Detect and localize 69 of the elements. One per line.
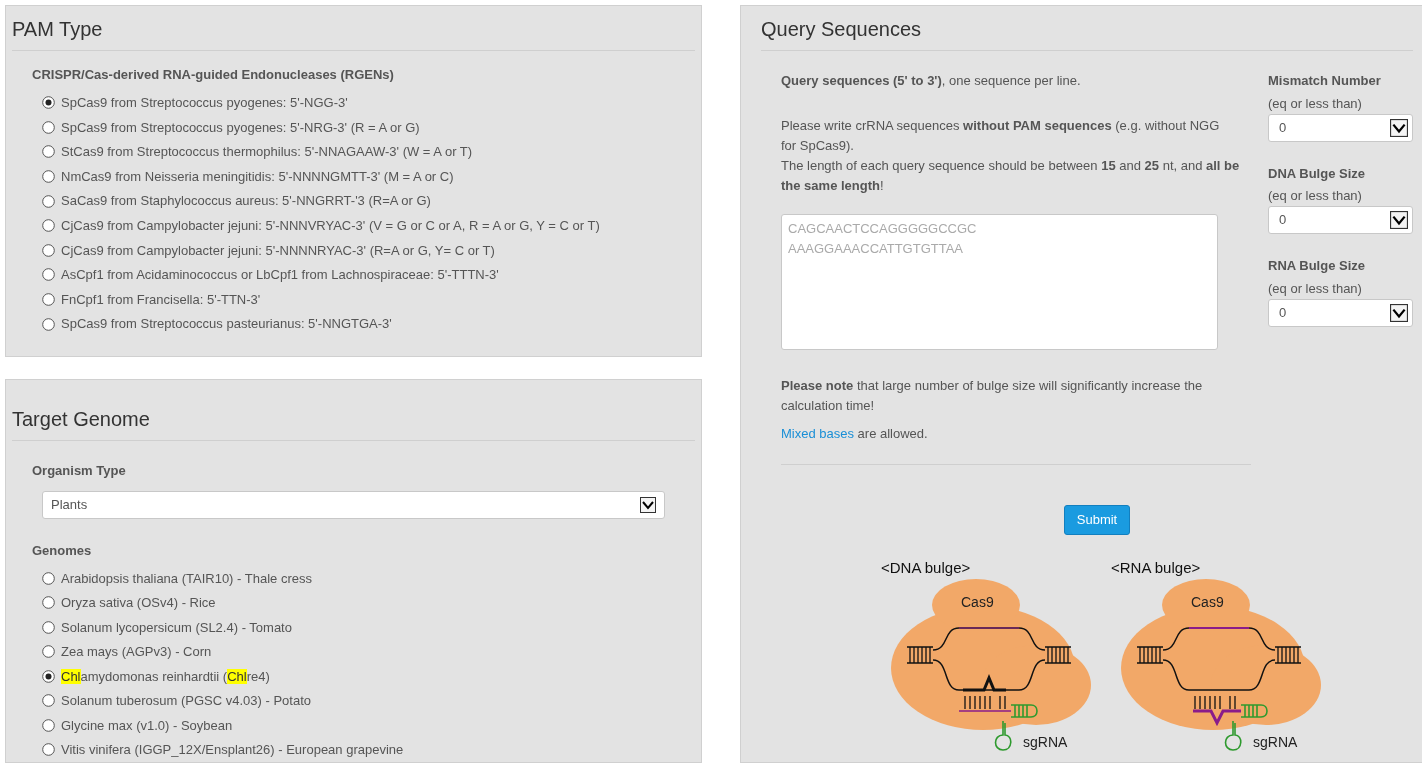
- setting-label: RNA Bulge Size: [1268, 257, 1367, 275]
- number-select[interactable]: 0: [1268, 113, 1413, 142]
- option-label: NmCas9 from Neisseria meningitidis: 5'-NNNNGMTT-3' (M = A or C): [61, 167, 454, 186]
- protein-label: Cas9: [961, 593, 994, 610]
- option-label: SpCas9 from Streptococcus pyogenes: 5'-NRG-3' (R = A or G): [61, 118, 420, 137]
- option-label: CjCas9 from Campylobacter jejuni: 5'-NNNVRYAC-3' (V = G or C or A, R = A or G, Y = C or T): [61, 217, 600, 235]
- genome-label: Oryza sativa (OSv4) - Rice: [61, 594, 216, 612]
- setting-hint: (eq or less than): [1268, 188, 1363, 204]
- setting-hint: (eq or less than): [1268, 95, 1363, 112]
- radio-button[interactable]: [42, 743, 55, 757]
- guide-label: sgRNA: [1253, 733, 1298, 750]
- option-label: FnCpf1 from Francisella: 5'-TTN-3': [61, 290, 261, 309]
- setting-label: DNA Bulge Size: [1268, 164, 1367, 183]
- field-label: Organism Type: [32, 462, 127, 480]
- option-label: SpCas9 from Streptococcus pasteurianus: 5'-NNGTGA-3': [61, 315, 392, 334]
- sequence-input[interactable]: CAGCAACTCCAGGGGGCCGC AAAGGAAACCATTGTGTTAA: [781, 214, 1218, 350]
- radio-button[interactable]: [42, 219, 55, 233]
- option-label: AsCpf1 from Acidaminococcus or LbCpf1 from Lachnospiraceae: 5'-TTTN-3': [61, 266, 499, 285]
- select-value: Plants: [51, 495, 88, 514]
- instruction-text: Please write crRNA sequences without PAM sequences (e.g. without NGG for SpCas9).: [781, 117, 1221, 155]
- setting-hint: (eq or less than): [1268, 280, 1363, 297]
- radio-button[interactable]: [42, 596, 55, 610]
- option-label: SaCas9 from Staphylococcus aureus: 5'-NNGRRT-'3 (R=A or G): [61, 192, 431, 211]
- option-label: SpCas9 from Streptococcus pyogenes: 5'-NGG-3': [61, 94, 348, 113]
- panel-title: Query Sequences: [761, 6, 1413, 51]
- number-select[interactable]: 0: [1268, 298, 1413, 327]
- genome-label: Arabidopsis thaliana (TAIR10) - Thale cress: [61, 569, 312, 588]
- setting-label: Mismatch Number: [1268, 72, 1382, 90]
- note-text: Please note that large number of bulge size will significantly increase the calculation time!: [781, 376, 1204, 415]
- radio-button[interactable]: [42, 620, 55, 634]
- radio-button[interactable]: [42, 718, 55, 732]
- dropdown-icon: [1390, 118, 1408, 137]
- intro-text: Query sequences (5' to 3'), one sequence per line.: [781, 72, 1082, 90]
- radio-button[interactable]: [42, 268, 55, 282]
- dropdown-icon: [1390, 211, 1408, 229]
- option-label: StCas9 from Streptococcus thermophilus: 5'-NNAGAAW-3' (W = A or T): [61, 143, 473, 162]
- dropdown-icon: [1390, 303, 1408, 322]
- radio-button[interactable]: [42, 317, 55, 331]
- panel-title: Target Genome: [12, 380, 695, 441]
- field-label: Genomes: [32, 541, 93, 560]
- radio-button[interactable]: [42, 293, 55, 307]
- radio-button[interactable]: [42, 694, 55, 708]
- diagram-title: <RNA bulge>: [1111, 558, 1201, 576]
- genome-label: Chlamydomonas reinhardtii (Chlre4): [61, 667, 270, 686]
- number-select[interactable]: 0: [1268, 206, 1413, 234]
- radio-button[interactable]: [42, 96, 55, 110]
- group-label: CRISPR/Cas-derived RNA-guided Endonucleases (RGENs): [32, 66, 395, 84]
- genome-label: Solanum lycopersicum (SL2.4) - Tomato: [61, 618, 292, 637]
- radio-button[interactable]: [42, 669, 55, 683]
- dropdown-icon: [640, 496, 656, 513]
- genome-label: Zea mays (AGPv3) - Corn: [61, 643, 212, 661]
- radio-button[interactable]: [42, 243, 55, 257]
- organism-select[interactable]: Plants: [42, 490, 665, 519]
- radio-button[interactable]: [42, 170, 55, 184]
- genome-label: Glycine max (v1.0) - Soybean: [61, 716, 233, 735]
- instruction-text: The length of each query sequence should be between 15 and 25 nt, and all be the same length!: [781, 157, 1241, 195]
- protein-label: Cas9: [1191, 593, 1224, 610]
- option-label: CjCas9 from Campylobacter jejuni: 5'-NNNNRYAC-3' (R=A or G, Y= C or T): [61, 241, 495, 260]
- diagram-title: <DNA bulge>: [881, 558, 971, 576]
- radio-button[interactable]: [42, 645, 55, 659]
- genome-label: Vitis vinifera (IGGP_12X/Ensplant26) - European grapevine: [61, 741, 404, 759]
- radio-button[interactable]: [42, 145, 55, 159]
- mixed-bases-text: Mixed bases are allowed.: [781, 424, 929, 443]
- radio-button[interactable]: [42, 571, 55, 585]
- genome-label: Solanum tuberosum (PGSC v4.03) - Potato: [61, 692, 311, 710]
- radio-button[interactable]: [42, 120, 55, 134]
- guide-label: sgRNA: [1023, 733, 1068, 750]
- panel-title: PAM Type: [12, 6, 695, 51]
- radio-button[interactable]: [42, 194, 55, 208]
